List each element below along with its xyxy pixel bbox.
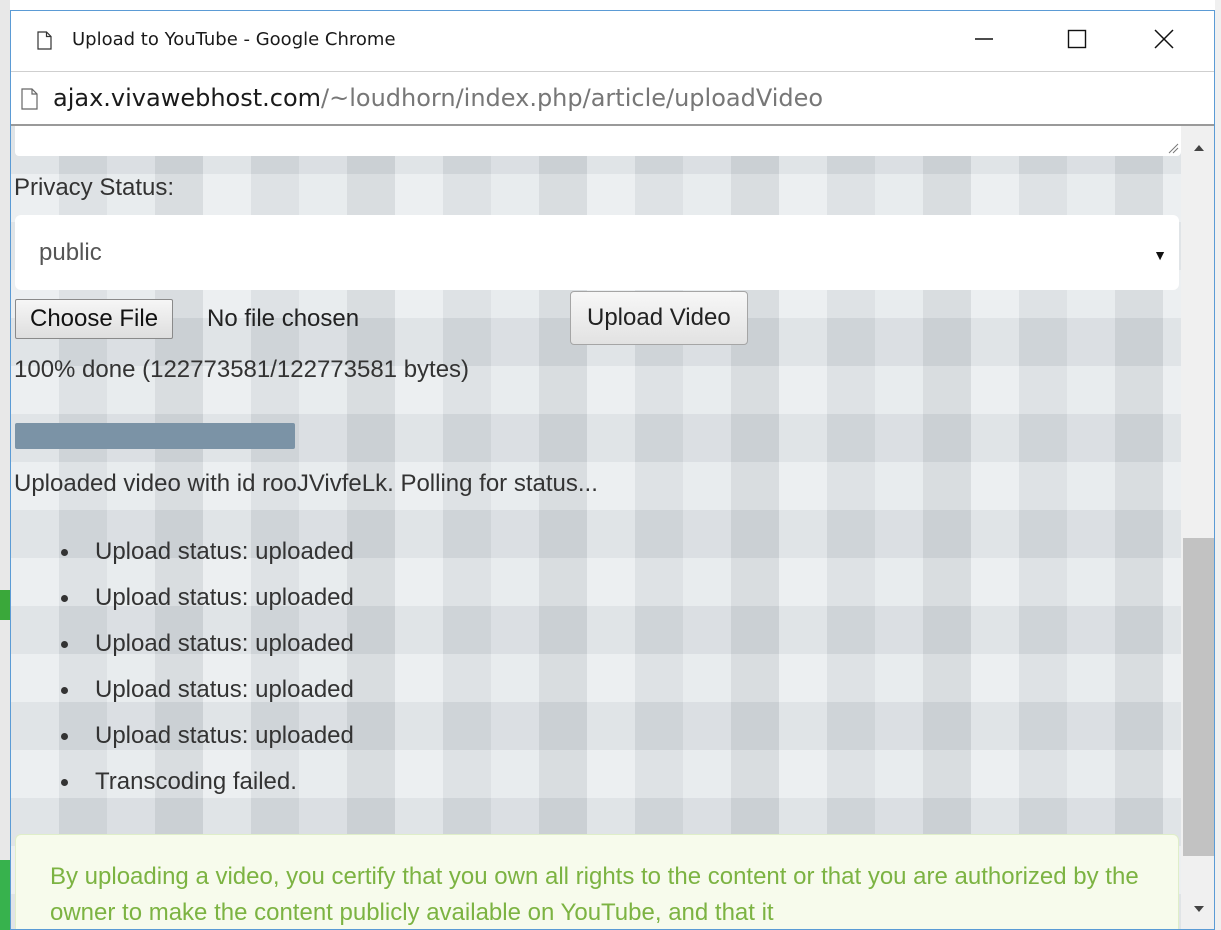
background-edge-left [0,0,10,930]
maximize-icon [1067,29,1087,49]
list-item: Upload status: uploaded [47,534,354,580]
privacy-status-value: public [39,239,102,266]
title-bar[interactable]: Upload to YouTube - Google Chrome [11,11,1214,71]
close-button[interactable] [1141,21,1187,57]
upload-video-button[interactable]: Upload Video [570,291,748,345]
list-item: Transcoding failed. [47,764,354,810]
status-item-text: Upload status: uploaded [95,676,354,703]
scroll-up-icon [1194,145,1204,151]
privacy-status-select[interactable]: public ▼ [15,215,1179,290]
status-item-text: Upload status: uploaded [95,584,354,611]
list-item: Upload status: uploaded [47,718,354,764]
maximize-button[interactable] [1054,21,1100,57]
description-textarea[interactable] [15,126,1181,156]
status-list: Upload status: uploaded Upload status: u… [47,534,354,810]
bullet-icon [61,779,68,786]
rights-notice-text: By uploading a video, you certify that y… [50,863,1139,926]
bullet-icon [61,595,68,602]
url-path: /~loudhorn/index.php/article/uploadVideo [321,84,824,112]
bullet-icon [61,687,68,694]
bullet-icon [61,733,68,740]
url-host: ajax.vivawebhost.com [53,84,322,112]
scroll-down-button[interactable] [1189,899,1209,919]
list-item: Upload status: uploaded [47,626,354,672]
window-title: Upload to YouTube - Google Chrome [72,29,396,50]
page-content: Privacy Status: public ▼ Choose File No … [11,126,1181,929]
upload-result-message: Uploaded video with id rooJVivfeLk. Poll… [14,470,598,497]
bullet-icon [61,641,68,648]
file-status-text: No file chosen [207,305,360,332]
list-item: Upload status: uploaded [47,672,354,718]
status-item-text: Upload status: uploaded [95,722,354,749]
vertical-scrollbar[interactable] [1181,126,1214,929]
browser-window: Upload to YouTube - Google Chrome ajax.v… [10,10,1215,930]
bullet-icon [61,549,68,556]
choose-file-button[interactable]: Choose File [15,299,174,339]
privacy-status-label: Privacy Status: [14,174,175,201]
scroll-up-button[interactable] [1189,138,1209,158]
page-icon [21,88,38,110]
address-bar[interactable]: ajax.vivawebhost.com/~loudhorn/index.php… [11,71,1214,126]
minimize-icon [975,38,993,40]
rights-notice: By uploading a video, you certify that y… [15,834,1179,929]
status-item-text: Upload status: uploaded [95,630,354,657]
status-item-text: Transcoding failed. [95,768,297,795]
page-icon [37,31,52,50]
url-text[interactable]: ajax.vivawebhost.com/~loudhorn/index.php… [53,84,823,112]
scroll-down-icon [1194,906,1204,912]
dropdown-arrow-icon: ▼ [1153,247,1167,263]
list-item: Upload status: uploaded [47,580,354,626]
progress-bar [15,423,295,449]
background-edge-right [1215,0,1221,930]
resize-grip-icon[interactable] [1167,142,1179,154]
progress-text: 100% done (122773581/122773581 bytes) [14,356,470,383]
minimize-button[interactable] [961,21,1007,57]
status-item-text: Upload status: uploaded [95,538,354,565]
close-icon [1154,29,1174,49]
scrollbar-thumb[interactable] [1183,538,1214,856]
